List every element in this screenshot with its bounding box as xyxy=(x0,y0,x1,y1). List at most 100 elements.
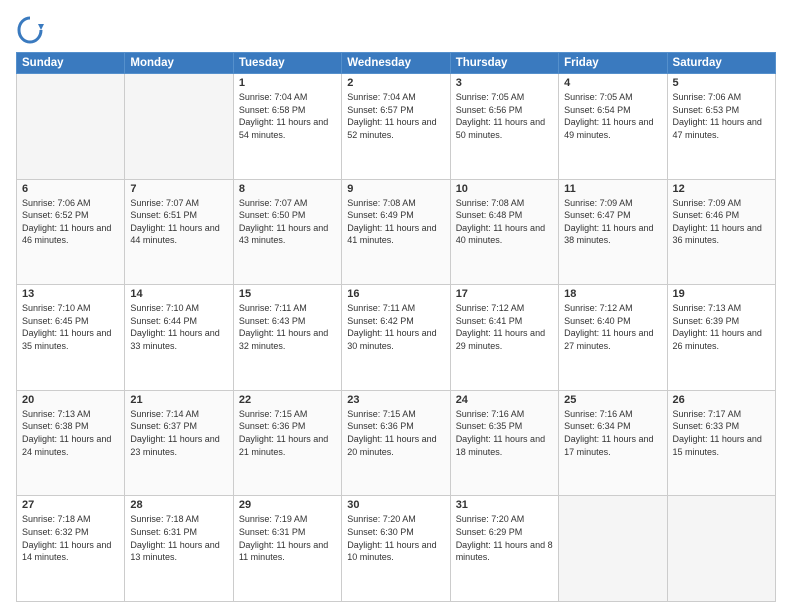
day-detail: Sunrise: 7:07 AM Sunset: 6:50 PM Dayligh… xyxy=(239,197,336,247)
calendar-cell: 1Sunrise: 7:04 AM Sunset: 6:58 PM Daylig… xyxy=(233,74,341,180)
day-number: 13 xyxy=(22,288,119,300)
day-detail: Sunrise: 7:07 AM Sunset: 6:51 PM Dayligh… xyxy=(130,197,227,247)
calendar-week-3: 13 Sunrise: 7:10 AM Sunset: 6:45 PM Dayli… xyxy=(17,285,776,391)
calendar-cell: 13 Sunrise: 7:10 AM Sunset: 6:45 PM Dayli… xyxy=(17,285,125,391)
weekday-header-sunday: Sunday xyxy=(17,53,125,74)
calendar-week-4: 20 Sunrise: 7:13 AM Sunset: 6:38 PM Dayli… xyxy=(17,390,776,496)
calendar-cell: 22 Sunrise: 7:15 AM Sunset: 6:36 PM Dayli… xyxy=(233,390,341,496)
calendar-cell: 29Sunrise: 7:19 AM Sunset: 6:31 PM Dayli… xyxy=(233,496,341,602)
day-number: 21 xyxy=(130,394,227,406)
header xyxy=(16,12,776,44)
calendar-cell: 7 Sunrise: 7:07 AM Sunset: 6:51 PM Daylig… xyxy=(125,179,233,285)
day-number: 10 xyxy=(456,183,553,195)
day-detail: Sunrise: 7:16 AM Sunset: 6:35 PM Dayligh… xyxy=(456,408,553,458)
calendar-cell: 14 Sunrise: 7:10 AM Sunset: 6:44 PM Dayli… xyxy=(125,285,233,391)
day-detail: Sunrise: 7:20 AM Sunset: 6:30 PM Dayligh… xyxy=(347,513,444,563)
calendar-cell: 23 Sunrise: 7:15 AM Sunset: 6:36 PM Dayli… xyxy=(342,390,450,496)
calendar-week-2: 6 Sunrise: 7:06 AM Sunset: 6:52 PM Daylig… xyxy=(17,179,776,285)
day-number: 23 xyxy=(347,394,444,406)
day-detail: Sunrise: 7:13 AM Sunset: 6:38 PM Dayligh… xyxy=(22,408,119,458)
calendar-cell: 17Sunrise: 7:12 AM Sunset: 6:41 PM Dayli… xyxy=(450,285,558,391)
day-number: 5 xyxy=(673,77,770,89)
day-detail: Sunrise: 7:10 AM Sunset: 6:45 PM Dayligh… xyxy=(22,302,119,352)
day-number: 6 xyxy=(22,183,119,195)
weekday-header-friday: Friday xyxy=(559,53,667,74)
day-number: 28 xyxy=(130,499,227,511)
day-detail: Sunrise: 7:13 AM Sunset: 6:39 PM Dayligh… xyxy=(673,302,770,352)
day-number: 24 xyxy=(456,394,553,406)
calendar-cell: 21 Sunrise: 7:14 AM Sunset: 6:37 PM Dayli… xyxy=(125,390,233,496)
day-number: 15 xyxy=(239,288,336,300)
calendar-cell: 11Sunrise: 7:09 AM Sunset: 6:47 PM Dayli… xyxy=(559,179,667,285)
calendar-cell: 25 Sunrise: 7:16 AM Sunset: 6:34 PM Dayli… xyxy=(559,390,667,496)
day-number: 3 xyxy=(456,77,553,89)
day-detail: Sunrise: 7:15 AM Sunset: 6:36 PM Dayligh… xyxy=(347,408,444,458)
day-detail: Sunrise: 7:16 AM Sunset: 6:34 PM Dayligh… xyxy=(564,408,661,458)
day-number: 22 xyxy=(239,394,336,406)
day-number: 2 xyxy=(347,77,444,89)
calendar-cell: 26 Sunrise: 7:17 AM Sunset: 6:33 PM Dayli… xyxy=(667,390,775,496)
day-number: 14 xyxy=(130,288,227,300)
calendar-week-1: 1Sunrise: 7:04 AM Sunset: 6:58 PM Daylig… xyxy=(17,74,776,180)
day-detail: Sunrise: 7:15 AM Sunset: 6:36 PM Dayligh… xyxy=(239,408,336,458)
day-number: 9 xyxy=(347,183,444,195)
calendar-cell: 8 Sunrise: 7:07 AM Sunset: 6:50 PM Daylig… xyxy=(233,179,341,285)
day-detail: Sunrise: 7:11 AM Sunset: 6:43 PM Dayligh… xyxy=(239,302,336,352)
day-detail: Sunrise: 7:11 AM Sunset: 6:42 PM Dayligh… xyxy=(347,302,444,352)
calendar-cell: 5 Sunrise: 7:06 AM Sunset: 6:53 PM Daylig… xyxy=(667,74,775,180)
day-number: 31 xyxy=(456,499,553,511)
calendar-table: SundayMondayTuesdayWednesdayThursdayFrid… xyxy=(16,52,776,602)
logo xyxy=(16,16,48,44)
calendar-cell: 24 Sunrise: 7:16 AM Sunset: 6:35 PM Dayli… xyxy=(450,390,558,496)
day-number: 30 xyxy=(347,499,444,511)
calendar-cell: 19 Sunrise: 7:13 AM Sunset: 6:39 PM Dayli… xyxy=(667,285,775,391)
day-detail: Sunrise: 7:19 AM Sunset: 6:31 PM Dayligh… xyxy=(239,513,336,563)
calendar-cell xyxy=(559,496,667,602)
calendar-cell: 16 Sunrise: 7:11 AM Sunset: 6:42 PM Dayli… xyxy=(342,285,450,391)
day-detail: Sunrise: 7:18 AM Sunset: 6:31 PM Dayligh… xyxy=(130,513,227,563)
day-detail: Sunrise: 7:05 AM Sunset: 6:54 PM Dayligh… xyxy=(564,91,661,141)
day-detail: Sunrise: 7:06 AM Sunset: 6:52 PM Dayligh… xyxy=(22,197,119,247)
day-number: 7 xyxy=(130,183,227,195)
calendar-cell: 9 Sunrise: 7:08 AM Sunset: 6:49 PM Daylig… xyxy=(342,179,450,285)
day-detail: Sunrise: 7:18 AM Sunset: 6:32 PM Dayligh… xyxy=(22,513,119,563)
day-detail: Sunrise: 7:09 AM Sunset: 6:47 PM Dayligh… xyxy=(564,197,661,247)
day-number: 26 xyxy=(673,394,770,406)
calendar-cell: 12 Sunrise: 7:09 AM Sunset: 6:46 PM Dayli… xyxy=(667,179,775,285)
day-detail: Sunrise: 7:12 AM Sunset: 6:40 PM Dayligh… xyxy=(564,302,661,352)
day-number: 4 xyxy=(564,77,661,89)
day-detail: Sunrise: 7:05 AM Sunset: 6:56 PM Dayligh… xyxy=(456,91,553,141)
calendar-cell: 2 Sunrise: 7:04 AM Sunset: 6:57 PM Daylig… xyxy=(342,74,450,180)
calendar-cell: 10 Sunrise: 7:08 AM Sunset: 6:48 PM Dayli… xyxy=(450,179,558,285)
calendar-cell: 4 Sunrise: 7:05 AM Sunset: 6:54 PM Daylig… xyxy=(559,74,667,180)
day-number: 25 xyxy=(564,394,661,406)
calendar-cell xyxy=(667,496,775,602)
day-detail: Sunrise: 7:04 AM Sunset: 6:57 PM Dayligh… xyxy=(347,91,444,141)
weekday-header-thursday: Thursday xyxy=(450,53,558,74)
day-detail: Sunrise: 7:14 AM Sunset: 6:37 PM Dayligh… xyxy=(130,408,227,458)
day-number: 16 xyxy=(347,288,444,300)
calendar-cell xyxy=(125,74,233,180)
calendar-header-row: SundayMondayTuesdayWednesdayThursdayFrid… xyxy=(17,53,776,74)
day-number: 12 xyxy=(673,183,770,195)
day-detail: Sunrise: 7:06 AM Sunset: 6:53 PM Dayligh… xyxy=(673,91,770,141)
calendar-cell xyxy=(17,74,125,180)
day-detail: Sunrise: 7:08 AM Sunset: 6:49 PM Dayligh… xyxy=(347,197,444,247)
day-detail: Sunrise: 7:09 AM Sunset: 6:46 PM Dayligh… xyxy=(673,197,770,247)
day-detail: Sunrise: 7:08 AM Sunset: 6:48 PM Dayligh… xyxy=(456,197,553,247)
weekday-header-saturday: Saturday xyxy=(667,53,775,74)
day-detail: Sunrise: 7:10 AM Sunset: 6:44 PM Dayligh… xyxy=(130,302,227,352)
logo-icon xyxy=(16,16,44,44)
calendar-cell: 6 Sunrise: 7:06 AM Sunset: 6:52 PM Daylig… xyxy=(17,179,125,285)
weekday-header-tuesday: Tuesday xyxy=(233,53,341,74)
day-number: 19 xyxy=(673,288,770,300)
calendar-cell: 15 Sunrise: 7:11 AM Sunset: 6:43 PM Dayli… xyxy=(233,285,341,391)
day-number: 8 xyxy=(239,183,336,195)
calendar-cell: 27Sunrise: 7:18 AM Sunset: 6:32 PM Dayli… xyxy=(17,496,125,602)
day-detail: Sunrise: 7:17 AM Sunset: 6:33 PM Dayligh… xyxy=(673,408,770,458)
day-number: 17 xyxy=(456,288,553,300)
page: SundayMondayTuesdayWednesdayThursdayFrid… xyxy=(0,0,792,612)
day-number: 20 xyxy=(22,394,119,406)
calendar-cell: 28 Sunrise: 7:18 AM Sunset: 6:31 PM Dayli… xyxy=(125,496,233,602)
day-detail: Sunrise: 7:04 AM Sunset: 6:58 PM Dayligh… xyxy=(239,91,336,141)
